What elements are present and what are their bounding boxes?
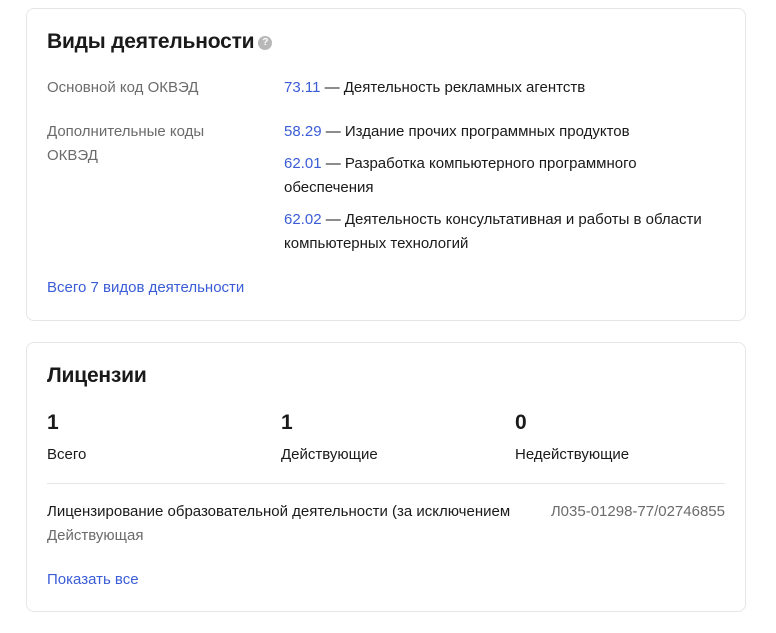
stat-inactive: 0 Недействующие	[515, 409, 629, 465]
okved-description: — Деятельность консультативная и работы …	[284, 211, 702, 252]
license-name[interactable]: Лицензирование образовательной деятельно…	[47, 500, 517, 524]
stat-total: 1 Всего	[47, 409, 86, 465]
stat-active-value: 1	[281, 411, 293, 434]
okved-description: — Деятельность рекламных агентств	[320, 79, 586, 96]
extra-okved-item: 62.02 — Деятельность консультативная и р…	[284, 208, 714, 256]
extra-okved-item: 62.01 — Разработка компьютерного програм…	[284, 152, 714, 200]
stat-inactive-value: 0	[515, 411, 527, 434]
extra-okved-item: 58.29 — Издание прочих программных проду…	[284, 120, 714, 144]
licenses-title: Лицензии	[47, 364, 147, 387]
help-icon[interactable]: ?	[258, 36, 273, 50]
okved-description: — Разработка компьютерного программного …	[284, 155, 637, 196]
stat-inactive-label: Недействующие	[515, 446, 630, 463]
stat-active: 1 Действующие	[281, 409, 378, 465]
main-okved-item: 73.11 — Деятельность рекламных агентств	[284, 76, 714, 100]
okved-code-link[interactable]: 73.11	[284, 79, 320, 96]
activities-card: Виды деятельности? Основной код ОКВЭД 73…	[26, 8, 746, 321]
okved-code-link[interactable]: 58.29	[284, 123, 322, 140]
main-okved-label: Основной код ОКВЭД	[47, 79, 199, 96]
divider	[47, 483, 725, 484]
license-status: Действующая	[47, 527, 144, 544]
okved-code-link[interactable]: 62.02	[284, 211, 322, 228]
stat-total-label: Всего	[47, 446, 87, 463]
all-activities-link[interactable]: Всего 7 видов деятельности	[47, 276, 244, 300]
show-all-link[interactable]: Показать все	[47, 568, 139, 592]
okved-code-link[interactable]: 62.01	[284, 155, 322, 172]
stat-active-label: Действующие	[281, 446, 378, 463]
license-number: Л035-01298-77/02746855	[550, 503, 725, 520]
activities-title: Виды деятельности?	[47, 30, 273, 54]
license-row[interactable]: Лицензирование образовательной деятельно…	[47, 500, 725, 548]
extra-okved-label: Дополнительные коды ОКВЭД	[47, 123, 205, 164]
okved-description: — Издание прочих программных продуктов	[321, 123, 630, 140]
stat-total-value: 1	[47, 411, 59, 434]
licenses-card: Лицензии 1 Всего 1 Действующие 0 Недейст…	[26, 342, 746, 612]
